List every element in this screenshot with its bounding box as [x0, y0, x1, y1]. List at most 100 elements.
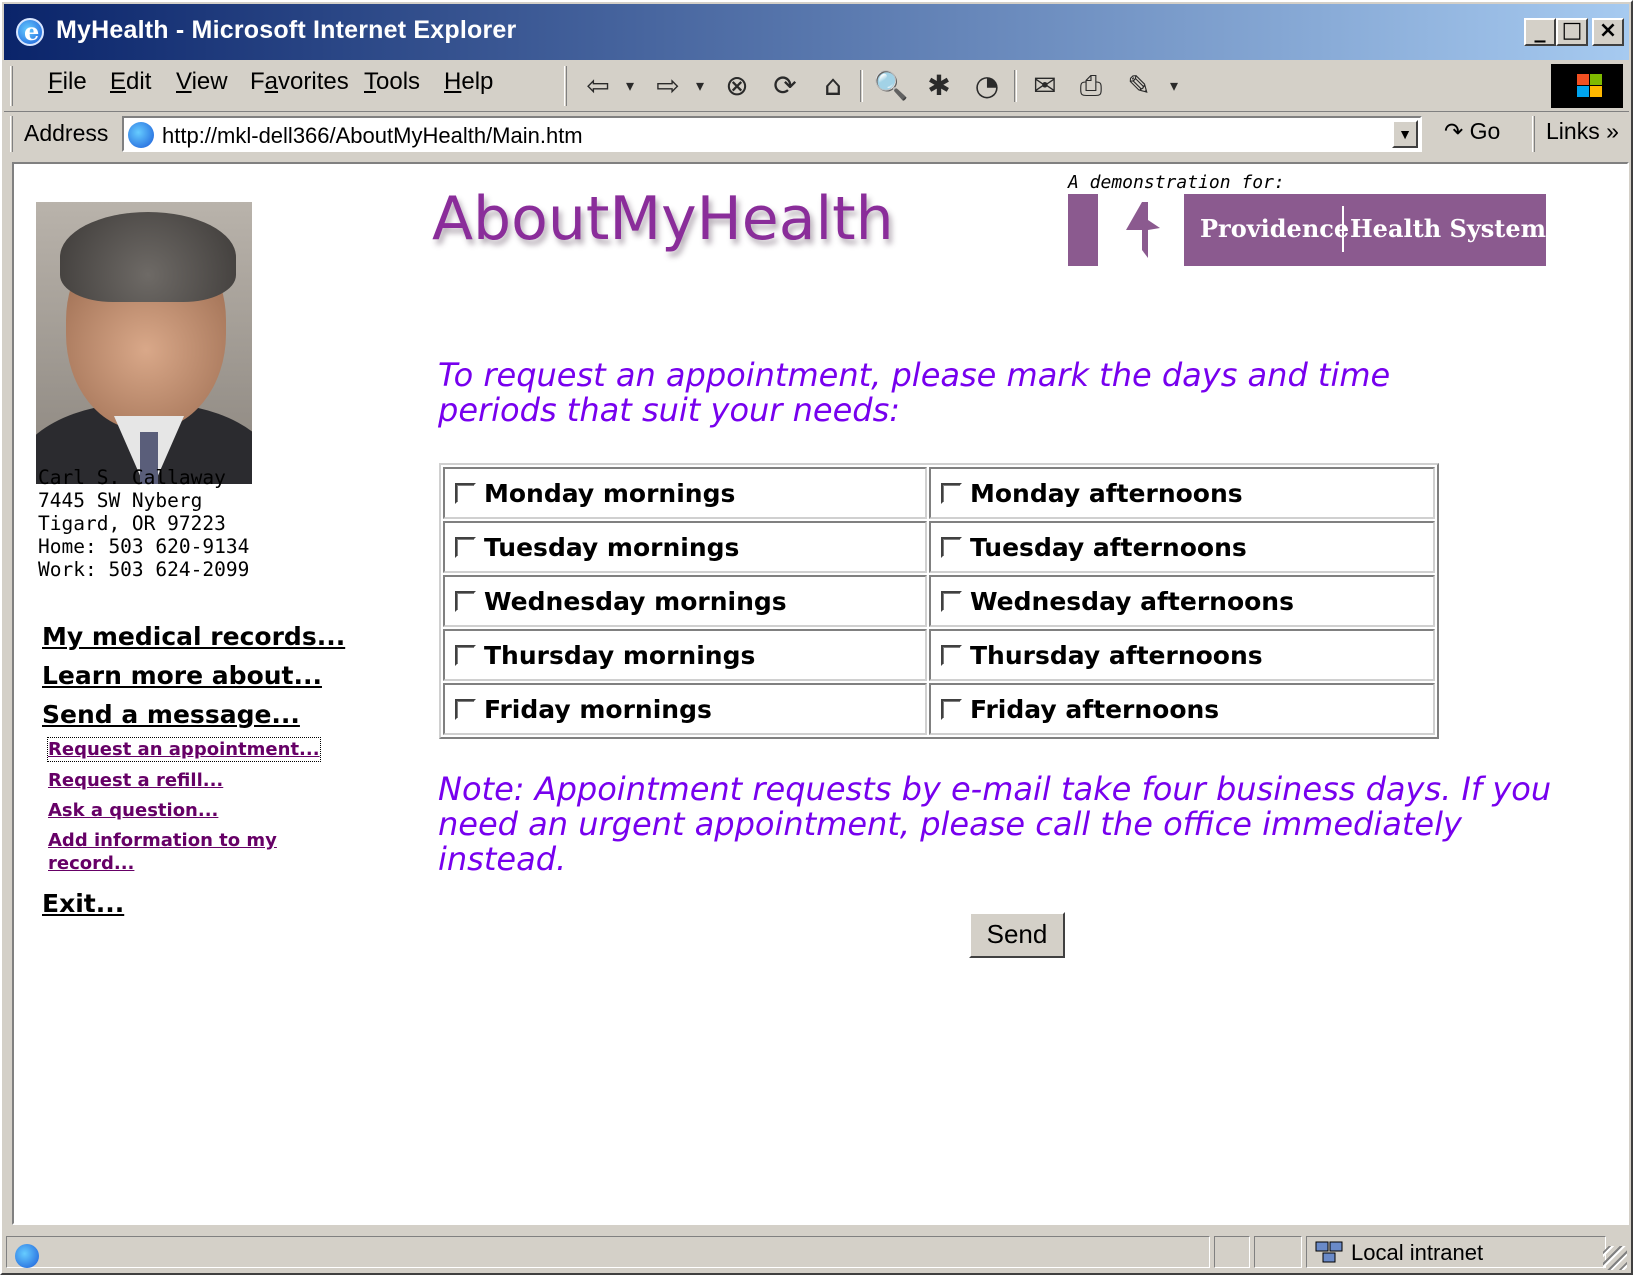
checkbox[interactable]	[941, 536, 962, 558]
menu-file[interactable]: File	[48, 68, 87, 96]
checkbox[interactable]	[455, 482, 476, 504]
security-zone[interactable]: Local intranet	[1306, 1236, 1606, 1268]
table-row: Wednesday mornings Wednesday afternoons	[443, 575, 1435, 627]
table-row: Monday mornings Monday afternoons	[443, 467, 1435, 519]
checkbox[interactable]	[941, 698, 962, 720]
back-dropdown-icon[interactable]: ▾	[618, 68, 642, 104]
status-text-cell	[6, 1236, 1210, 1268]
title-bar: MyHealth - Microsoft Internet Explorer _…	[4, 4, 1629, 60]
menu-view[interactable]: View	[176, 68, 228, 96]
nav-exit[interactable]: Exit...	[42, 889, 124, 918]
patient-city: Tigard, OR 97223	[38, 512, 226, 535]
patient-photo	[36, 202, 252, 484]
toolbar-separator	[1014, 70, 1017, 102]
slot-monday-afternoon[interactable]: Monday afternoons	[929, 467, 1435, 519]
appointment-grid: Monday mornings Monday afternoons Tuesda…	[439, 463, 1439, 739]
ie-icon[interactable]	[16, 17, 44, 46]
patient-work-phone: Work: 503 624-2099	[38, 558, 250, 581]
nav-request-refill[interactable]: Request a refill...	[48, 769, 223, 792]
menu-edit[interactable]: Edit	[110, 68, 151, 96]
toolbar-grip[interactable]	[564, 66, 567, 106]
forward-dropdown-icon[interactable]: ▾	[688, 68, 712, 104]
go-arrow-icon: ↷	[1444, 118, 1464, 144]
status-cell	[1254, 1236, 1302, 1268]
menu-favorites[interactable]: Favorites	[250, 68, 349, 96]
slot-friday-morning[interactable]: Friday mornings	[443, 683, 927, 735]
providence-logo: Providence Health System	[1068, 194, 1546, 266]
toolbar-grip[interactable]	[10, 116, 13, 152]
checkbox[interactable]	[455, 590, 476, 612]
favorites-icon[interactable]: ✱	[918, 68, 960, 104]
patient-name: Carl S. Callaway	[38, 466, 226, 489]
table-row: Thursday mornings Thursday afternoons	[443, 629, 1435, 681]
address-dropdown-icon[interactable]: ▼	[1392, 120, 1418, 148]
status-cell	[1214, 1236, 1250, 1268]
minimize-button[interactable]: _	[1524, 18, 1556, 46]
windows-logo-icon	[1551, 64, 1623, 108]
nav-medical-records[interactable]: My medical records...	[42, 622, 345, 651]
history-icon[interactable]: ◔	[966, 68, 1008, 104]
slot-tuesday-morning[interactable]: Tuesday mornings	[443, 521, 927, 573]
forward-icon[interactable]: ⇨	[648, 68, 688, 104]
refresh-icon[interactable]: ⟳	[764, 68, 806, 104]
slot-wednesday-afternoon[interactable]: Wednesday afternoons	[929, 575, 1435, 627]
slot-wednesday-morning[interactable]: Wednesday mornings	[443, 575, 927, 627]
menu-tools[interactable]: Tools	[364, 68, 420, 96]
patient-contact: Carl S. Callaway 7445 SW Nyberg Tigard, …	[38, 466, 249, 581]
page-icon	[128, 122, 154, 148]
slot-thursday-morning[interactable]: Thursday mornings	[443, 629, 927, 681]
checkbox[interactable]	[455, 644, 476, 666]
logo-text-health-system: Health System	[1350, 214, 1547, 243]
address-bar: Address http://mkl-dell366/AboutMyHealth…	[4, 112, 1629, 158]
links-button[interactable]: Links »	[1546, 118, 1619, 145]
site-brand: AboutMyHealth	[432, 184, 894, 254]
menu-help[interactable]: Help	[444, 68, 493, 96]
zone-label: Local intranet	[1351, 1240, 1484, 1265]
checkbox[interactable]	[941, 644, 962, 666]
checkbox[interactable]	[941, 590, 962, 612]
note-text: Note: Appointment requests by e-mail tak…	[438, 770, 1552, 878]
home-icon[interactable]: ⌂	[812, 68, 854, 104]
nav-add-information[interactable]: Add information to my record...	[48, 829, 277, 875]
checkbox[interactable]	[455, 698, 476, 720]
address-url[interactable]: http://mkl-dell366/AboutMyHealth/Main.ht…	[162, 123, 583, 149]
checkbox[interactable]	[455, 536, 476, 558]
page-viewport: Carl S. Callaway 7445 SW Nyberg Tigard, …	[12, 162, 1629, 1225]
stop-icon[interactable]: ⊗	[716, 68, 758, 104]
slot-tuesday-afternoon[interactable]: Tuesday afternoons	[929, 521, 1435, 573]
toolbar-grip[interactable]	[10, 66, 13, 106]
search-icon[interactable]: 🔍	[870, 68, 912, 104]
table-row: Tuesday mornings Tuesday afternoons	[443, 521, 1435, 573]
checkbox[interactable]	[941, 482, 962, 504]
edit-icon[interactable]: ✎	[1118, 68, 1160, 104]
patient-home-phone: Home: 503 620-9134	[38, 535, 250, 558]
demo-label: A demonstration for:	[1068, 172, 1285, 193]
nav-send-message[interactable]: Send a message...	[42, 700, 300, 729]
send-button[interactable]: Send	[969, 912, 1065, 958]
slot-friday-afternoon[interactable]: Friday afternoons	[929, 683, 1435, 735]
print-icon[interactable]: ⎙	[1070, 68, 1112, 104]
patient-street: 7445 SW Nyberg	[38, 489, 203, 512]
nav-learn-more[interactable]: Learn more about...	[42, 661, 322, 690]
toolbar-grip[interactable]	[1532, 116, 1535, 152]
slot-thursday-afternoon[interactable]: Thursday afternoons	[929, 629, 1435, 681]
maximize-button[interactable]: □	[1556, 18, 1588, 46]
instructions-text: To request an appointment, please mark t…	[438, 356, 1391, 429]
close-button[interactable]: ×	[1592, 18, 1624, 46]
resize-grip-icon[interactable]	[1603, 1246, 1627, 1270]
mail-icon[interactable]: ✉	[1024, 68, 1066, 104]
nav-request-appointment[interactable]: Request an appointment...	[47, 737, 321, 762]
menu-toolbar-bar: File Edit View Favorites Tools Help ⇦ ▾ …	[4, 60, 1629, 112]
slot-monday-morning[interactable]: Monday mornings	[443, 467, 927, 519]
back-icon[interactable]: ⇦	[578, 68, 618, 104]
address-input[interactable]: http://mkl-dell366/AboutMyHealth/Main.ht…	[122, 116, 1422, 152]
go-button[interactable]: ↷ Go	[1444, 118, 1500, 145]
edit-dropdown-icon[interactable]: ▾	[1162, 68, 1186, 104]
page-status-icon	[15, 1244, 39, 1268]
toolbar-separator	[860, 70, 863, 102]
nav-ask-question[interactable]: Ask a question...	[48, 799, 218, 822]
cross-icon	[1126, 202, 1160, 258]
status-bar: Local intranet	[4, 1232, 1629, 1272]
window-title: MyHealth - Microsoft Internet Explorer	[56, 16, 517, 44]
browser-window: MyHealth - Microsoft Internet Explorer _…	[0, 0, 1633, 1275]
